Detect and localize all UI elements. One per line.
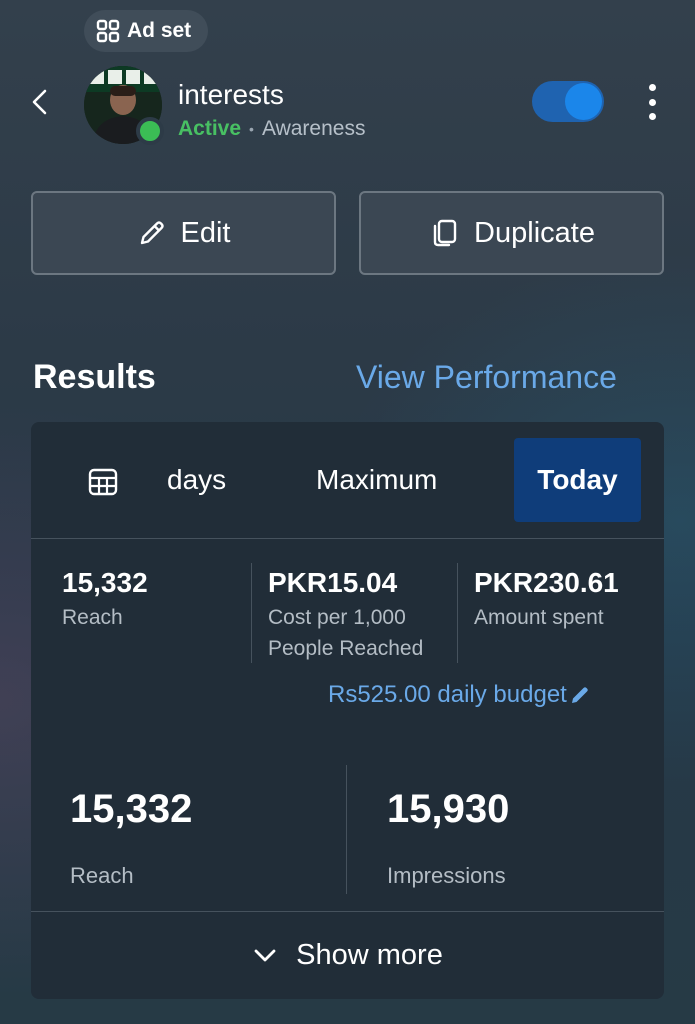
metric-label: Amount spent [474, 606, 604, 629]
tab-days[interactable]: days [167, 438, 226, 522]
ad-set-chip: Ad set [84, 10, 208, 52]
daily-budget-link[interactable]: Rs525.00 daily budget [328, 681, 591, 709]
daily-budget-label: Rs525.00 daily budget [328, 681, 567, 708]
metric-label: Cost per 1,000 People Reached [268, 606, 424, 660]
results-card: days Maximum Today 15,332 Reach PKR15.04… [31, 422, 664, 999]
duplicate-button[interactable]: Duplicate [359, 191, 664, 275]
pencil-icon [140, 221, 164, 245]
divider [251, 563, 252, 663]
duplicate-label: Duplicate [474, 216, 595, 249]
kebab-icon[interactable] [640, 84, 664, 120]
status-label: Active [178, 117, 242, 140]
ad-set-toggle[interactable] [532, 81, 604, 122]
separator: • [249, 121, 254, 137]
edit-label: Edit [180, 216, 231, 249]
objective-label: Awareness [261, 117, 366, 140]
pencil-icon [571, 687, 588, 703]
duplicate-icon [433, 219, 457, 247]
toggle-knob [565, 83, 602, 120]
status-line: Active • Awareness [178, 117, 365, 141]
metric-label: Reach [62, 606, 123, 629]
metric-cost-per-1000: PKR15.04 Cost per 1,000 People Reached [268, 567, 453, 664]
tab-maximum[interactable]: Maximum [316, 438, 437, 522]
divider [31, 538, 664, 539]
edit-button[interactable]: Edit [31, 191, 336, 275]
metric-value: 15,332 [62, 567, 148, 598]
tab-today[interactable]: Today [514, 438, 641, 522]
chevron-left-icon[interactable] [28, 84, 52, 120]
date-range-tabs: days Maximum Today [31, 422, 664, 538]
divider [457, 563, 458, 663]
summary-label: Reach [70, 863, 134, 888]
summary-label: Impressions [387, 863, 506, 888]
metric-value: PKR15.04 [268, 567, 398, 598]
metric-reach: 15,332 Reach [62, 567, 242, 633]
summary-value: 15,930 [387, 787, 510, 831]
status-indicator [136, 117, 164, 145]
metric-value: PKR230.61 [474, 567, 619, 598]
chevron-down-icon [254, 949, 276, 961]
grid-icon [96, 19, 120, 43]
chip-label: Ad set [127, 19, 192, 42]
show-more-label: Show more [296, 939, 443, 971]
calendar-icon[interactable] [87, 466, 119, 498]
view-performance-link[interactable]: View Performance [356, 359, 617, 396]
ad-set-name: interests [178, 79, 284, 110]
summary-impressions: 15,930 Impressions [387, 787, 647, 891]
show-more-button[interactable]: Show more [31, 912, 664, 999]
summary-value: 15,332 [70, 787, 193, 831]
divider [346, 765, 347, 894]
metric-amount-spent: PKR230.61 Amount spent [474, 567, 659, 633]
summary-reach: 15,332 Reach [70, 787, 340, 891]
results-title: Results [33, 358, 156, 396]
